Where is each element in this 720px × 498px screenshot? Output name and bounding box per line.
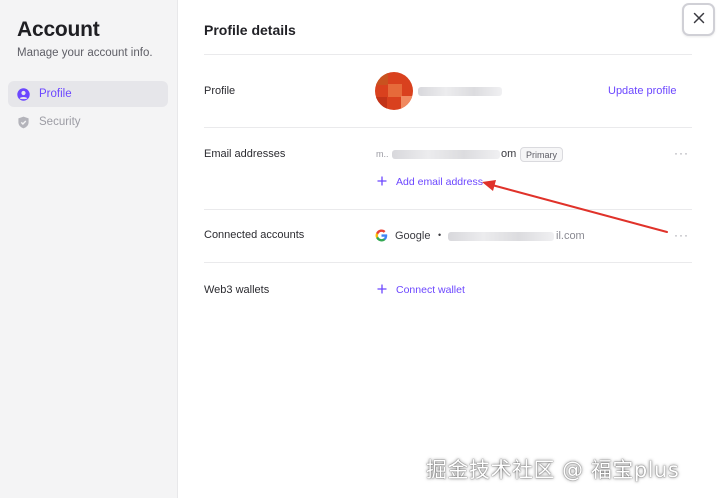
connected-accounts-label: Connected accounts [204, 229, 305, 241]
sidebar-subtitle: Manage your account info. [17, 47, 153, 59]
plus-icon [377, 174, 387, 189]
sidebar-item-profile[interactable]: Profile [8, 81, 168, 107]
divider [204, 54, 692, 55]
sidebar-item-label: Security [39, 116, 81, 128]
shield-icon [17, 116, 30, 129]
plus-icon [377, 282, 387, 297]
sidebar-item-label: Profile [39, 88, 72, 100]
account-sidebar: Account Manage your account info. Profil… [0, 0, 178, 498]
google-icon [375, 229, 388, 242]
web3-wallets-label: Web3 wallets [204, 284, 270, 296]
connected-provider-name: Google [395, 230, 431, 242]
connected-more-button[interactable]: ··· [674, 228, 689, 242]
sidebar-item-security[interactable]: Security [8, 109, 168, 135]
watermark-text: 掘金技术社区 @ 福宝plus [426, 458, 680, 482]
email-address-start: m.. [376, 149, 389, 159]
account-modal: Account Manage your account info. Profil… [0, 0, 720, 498]
avatar [375, 72, 413, 110]
sidebar-title: Account [17, 18, 100, 41]
email-address-redacted [392, 150, 500, 159]
user-circle-icon [17, 87, 30, 101]
profile-label: Profile [204, 85, 236, 97]
email-more-button[interactable]: ··· [674, 146, 689, 160]
divider [204, 127, 692, 128]
divider [204, 209, 692, 210]
primary-badge: Primary [520, 147, 563, 162]
connected-account-end: il.com [556, 230, 585, 242]
page-title: Profile details [204, 22, 296, 38]
profile-name-redacted [418, 87, 502, 96]
connected-account-redacted [448, 232, 554, 241]
email-address-end: om [501, 148, 517, 160]
email-addresses-label: Email addresses [204, 148, 286, 160]
connect-wallet-button[interactable]: Connect wallet [396, 284, 465, 296]
separator-dot: • [438, 230, 442, 240]
close-button[interactable] [682, 3, 715, 36]
add-email-address-button[interactable]: Add email address [396, 176, 483, 188]
update-profile-link[interactable]: Update profile [608, 85, 677, 97]
divider [204, 262, 692, 263]
close-icon [693, 11, 705, 29]
